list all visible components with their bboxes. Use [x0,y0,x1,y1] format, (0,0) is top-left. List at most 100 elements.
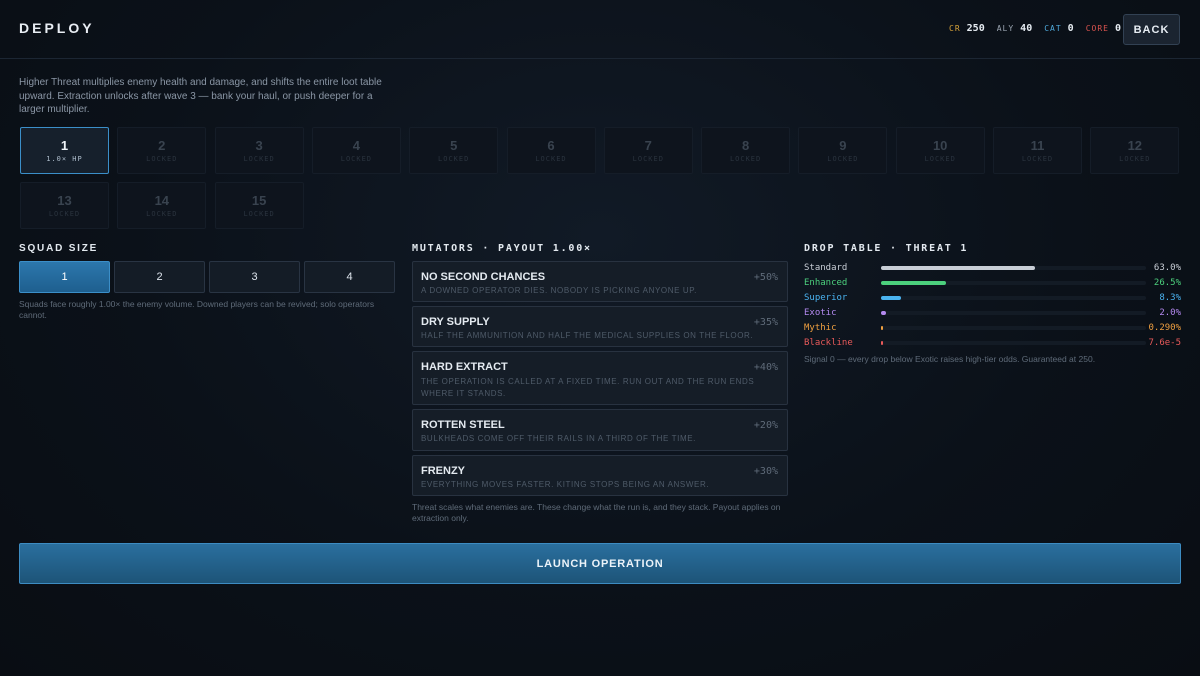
drop-bar-track [881,296,1146,300]
drop-bar-fill [881,296,902,300]
threat-level-number: 15 [251,193,267,208]
drop-tier-name: Mythic [804,323,837,333]
currency-value: 0 [1114,23,1121,34]
mutator-payout: +50% [753,272,778,283]
back-button[interactable]: BACK [1123,14,1180,45]
currency-cr: CR 250 [949,23,985,34]
drop-tier-name: Exotic [804,308,837,318]
threat-level-13[interactable]: 13 LOCKED [20,182,109,229]
drop-bar-track [881,326,1146,330]
threat-level-6[interactable]: 6 LOCKED [506,127,596,174]
threat-level-number: 5 [450,138,458,153]
launch-operation-button[interactable]: LAUNCH OPERATION [19,543,1181,584]
threat-level-1[interactable]: 1 1.0× HP [20,127,109,174]
drop-tier-value: 7.6e-5 [1148,338,1181,348]
threat-level-number: 12 [1127,138,1143,153]
drop-bar-fill [881,281,946,285]
threat-level-number: 14 [154,193,170,208]
threat-level-status: LOCKED [243,155,275,163]
threat-level-status: LOCKED [632,155,664,163]
mutator-name: DRY SUPPLY [421,316,490,328]
threat-level-number: 13 [57,193,72,208]
threat-level-4[interactable]: 4 LOCKED [311,127,401,174]
drop-bar-track [881,311,1146,315]
currency-label: ALY [996,24,1015,33]
mutator-description: EVERYTHING MOVES FASTER. KITING STOPS BE… [421,480,710,489]
currency-value: 0 [1067,23,1074,34]
currency-value: 250 [966,23,985,34]
mutators-note: Threat scales what enemies are. These ch… [412,502,781,523]
threat-level-number: 9 [839,138,847,153]
squad-size-option-1[interactable]: 1 [19,261,110,293]
squad-size-label: SQUAD SIZE [19,243,99,254]
threat-level-status: 1.0× HP [46,155,83,163]
drop-tier-name: Enhanced [804,278,848,288]
threat-level-status: LOCKED [729,155,762,163]
mutator-name: NO SECOND CHANCES [421,271,546,283]
threat-level-5[interactable]: 5 LOCKED [409,127,499,174]
squad-size-note: Squads face roughly 1.00× the enemy volu… [19,299,375,320]
threat-level-number: 7 [644,138,652,153]
mutator-no-second-chances[interactable]: NO SECOND CHANCES +50% A DOWNED OPERATOR… [412,261,788,302]
squad-size-option-4[interactable]: 4 [304,261,395,293]
currency-cat: CAT 0 [1044,23,1073,34]
threat-level-status: LOCKED [535,155,567,163]
mutator-frenzy[interactable]: FRENZY +30% EVERYTHING MOVES FASTER. KIT… [412,455,788,496]
drop-bar-track [881,281,1146,285]
threat-level-8[interactable]: 8 LOCKED [701,127,791,174]
threat-level-status: LOCKED [48,210,81,218]
threat-level-status: LOCKED [1119,155,1151,163]
drop-tier-name: Standard [804,263,848,273]
drop-tier-value: 63.0% [1153,263,1181,273]
drop-tier-value: 2.0% [1159,308,1181,318]
mutator-hard-extract[interactable]: HARD EXTRACT +40% THE OPERATION IS CALLE… [412,351,788,405]
drop-bar-track [881,266,1146,270]
mutator-rotten-steel[interactable]: ROTTEN STEEL +20% BULKHEADS COME OFF THE… [412,409,788,451]
threat-level-status: LOCKED [1021,155,1054,163]
drop-bar-track [881,341,1146,345]
drop-table-label: DROP TABLE · THREAT 1 [804,243,969,254]
threat-level-9[interactable]: 9 LOCKED [798,127,888,174]
squad-size-option-2[interactable]: 2 [114,261,205,293]
threat-level-number: 1 [60,138,69,153]
currency-label: CAT [1044,24,1062,33]
currency-core: CORE 0 [1086,23,1121,34]
drop-tier-value: 8.3% [1159,293,1181,303]
threat-level-status: LOCKED [243,210,275,218]
threat-level-status: LOCKED [146,155,178,163]
threat-level-10[interactable]: 10 LOCKED [895,127,985,174]
threat-level-15[interactable]: 15 LOCKED [214,182,304,229]
threat-level-7[interactable]: 7 LOCKED [603,127,693,174]
drop-row-mythic: Mythic 0.290% [804,322,1181,336]
threat-level-status: LOCKED [924,155,956,163]
mutator-payout: +40% [753,362,778,373]
mutator-dry-supply[interactable]: DRY SUPPLY +35% HALF THE AMMUNITION AND … [412,306,788,347]
threat-level-3[interactable]: 3 LOCKED [214,127,304,174]
drop-row-standard: Standard 63.0% [804,262,1181,276]
drop-row-blackline: Blackline 7.6e-5 [804,337,1181,351]
mutator-description: HALF THE AMMUNITION AND HALF THE MEDICAL… [421,331,754,340]
threat-level-status: LOCKED [340,155,373,163]
drop-bar-fill [881,266,1036,270]
page-title: DEPLOY [19,20,95,36]
currency-label: CORE [1085,24,1109,33]
threat-description: Higher Threat multiplies enemy health an… [19,77,382,115]
threat-level-number: 8 [741,138,750,153]
threat-level-12[interactable]: 12 LOCKED [1090,127,1180,174]
threat-level-14[interactable]: 14 LOCKED [117,182,207,229]
mutators-label: MUTATORS · PAYOUT 1.00× [412,243,592,254]
drop-bar-fill [881,311,886,315]
threat-level-number: 3 [255,138,263,153]
mutator-name: HARD EXTRACT [421,361,508,373]
currency-value: 40 [1020,23,1033,34]
drop-row-enhanced: Enhanced 26.5% [804,277,1181,291]
mutator-description: THE OPERATION IS CALLED AT A FIXED TIME.… [421,377,755,398]
drop-tier-value: 0.290% [1148,323,1181,333]
threat-level-11[interactable]: 11 LOCKED [993,127,1082,174]
threat-level-status: LOCKED [827,155,859,163]
threat-level-number: 10 [932,138,948,153]
squad-size-option-3[interactable]: 3 [209,261,300,293]
threat-level-2[interactable]: 2 LOCKED [117,127,207,174]
mutator-description: BULKHEADS COME OFF THEIR RAILS IN A THIR… [421,434,696,443]
drop-table-note: Signal 0 — every drop below Exotic raise… [804,354,1096,364]
